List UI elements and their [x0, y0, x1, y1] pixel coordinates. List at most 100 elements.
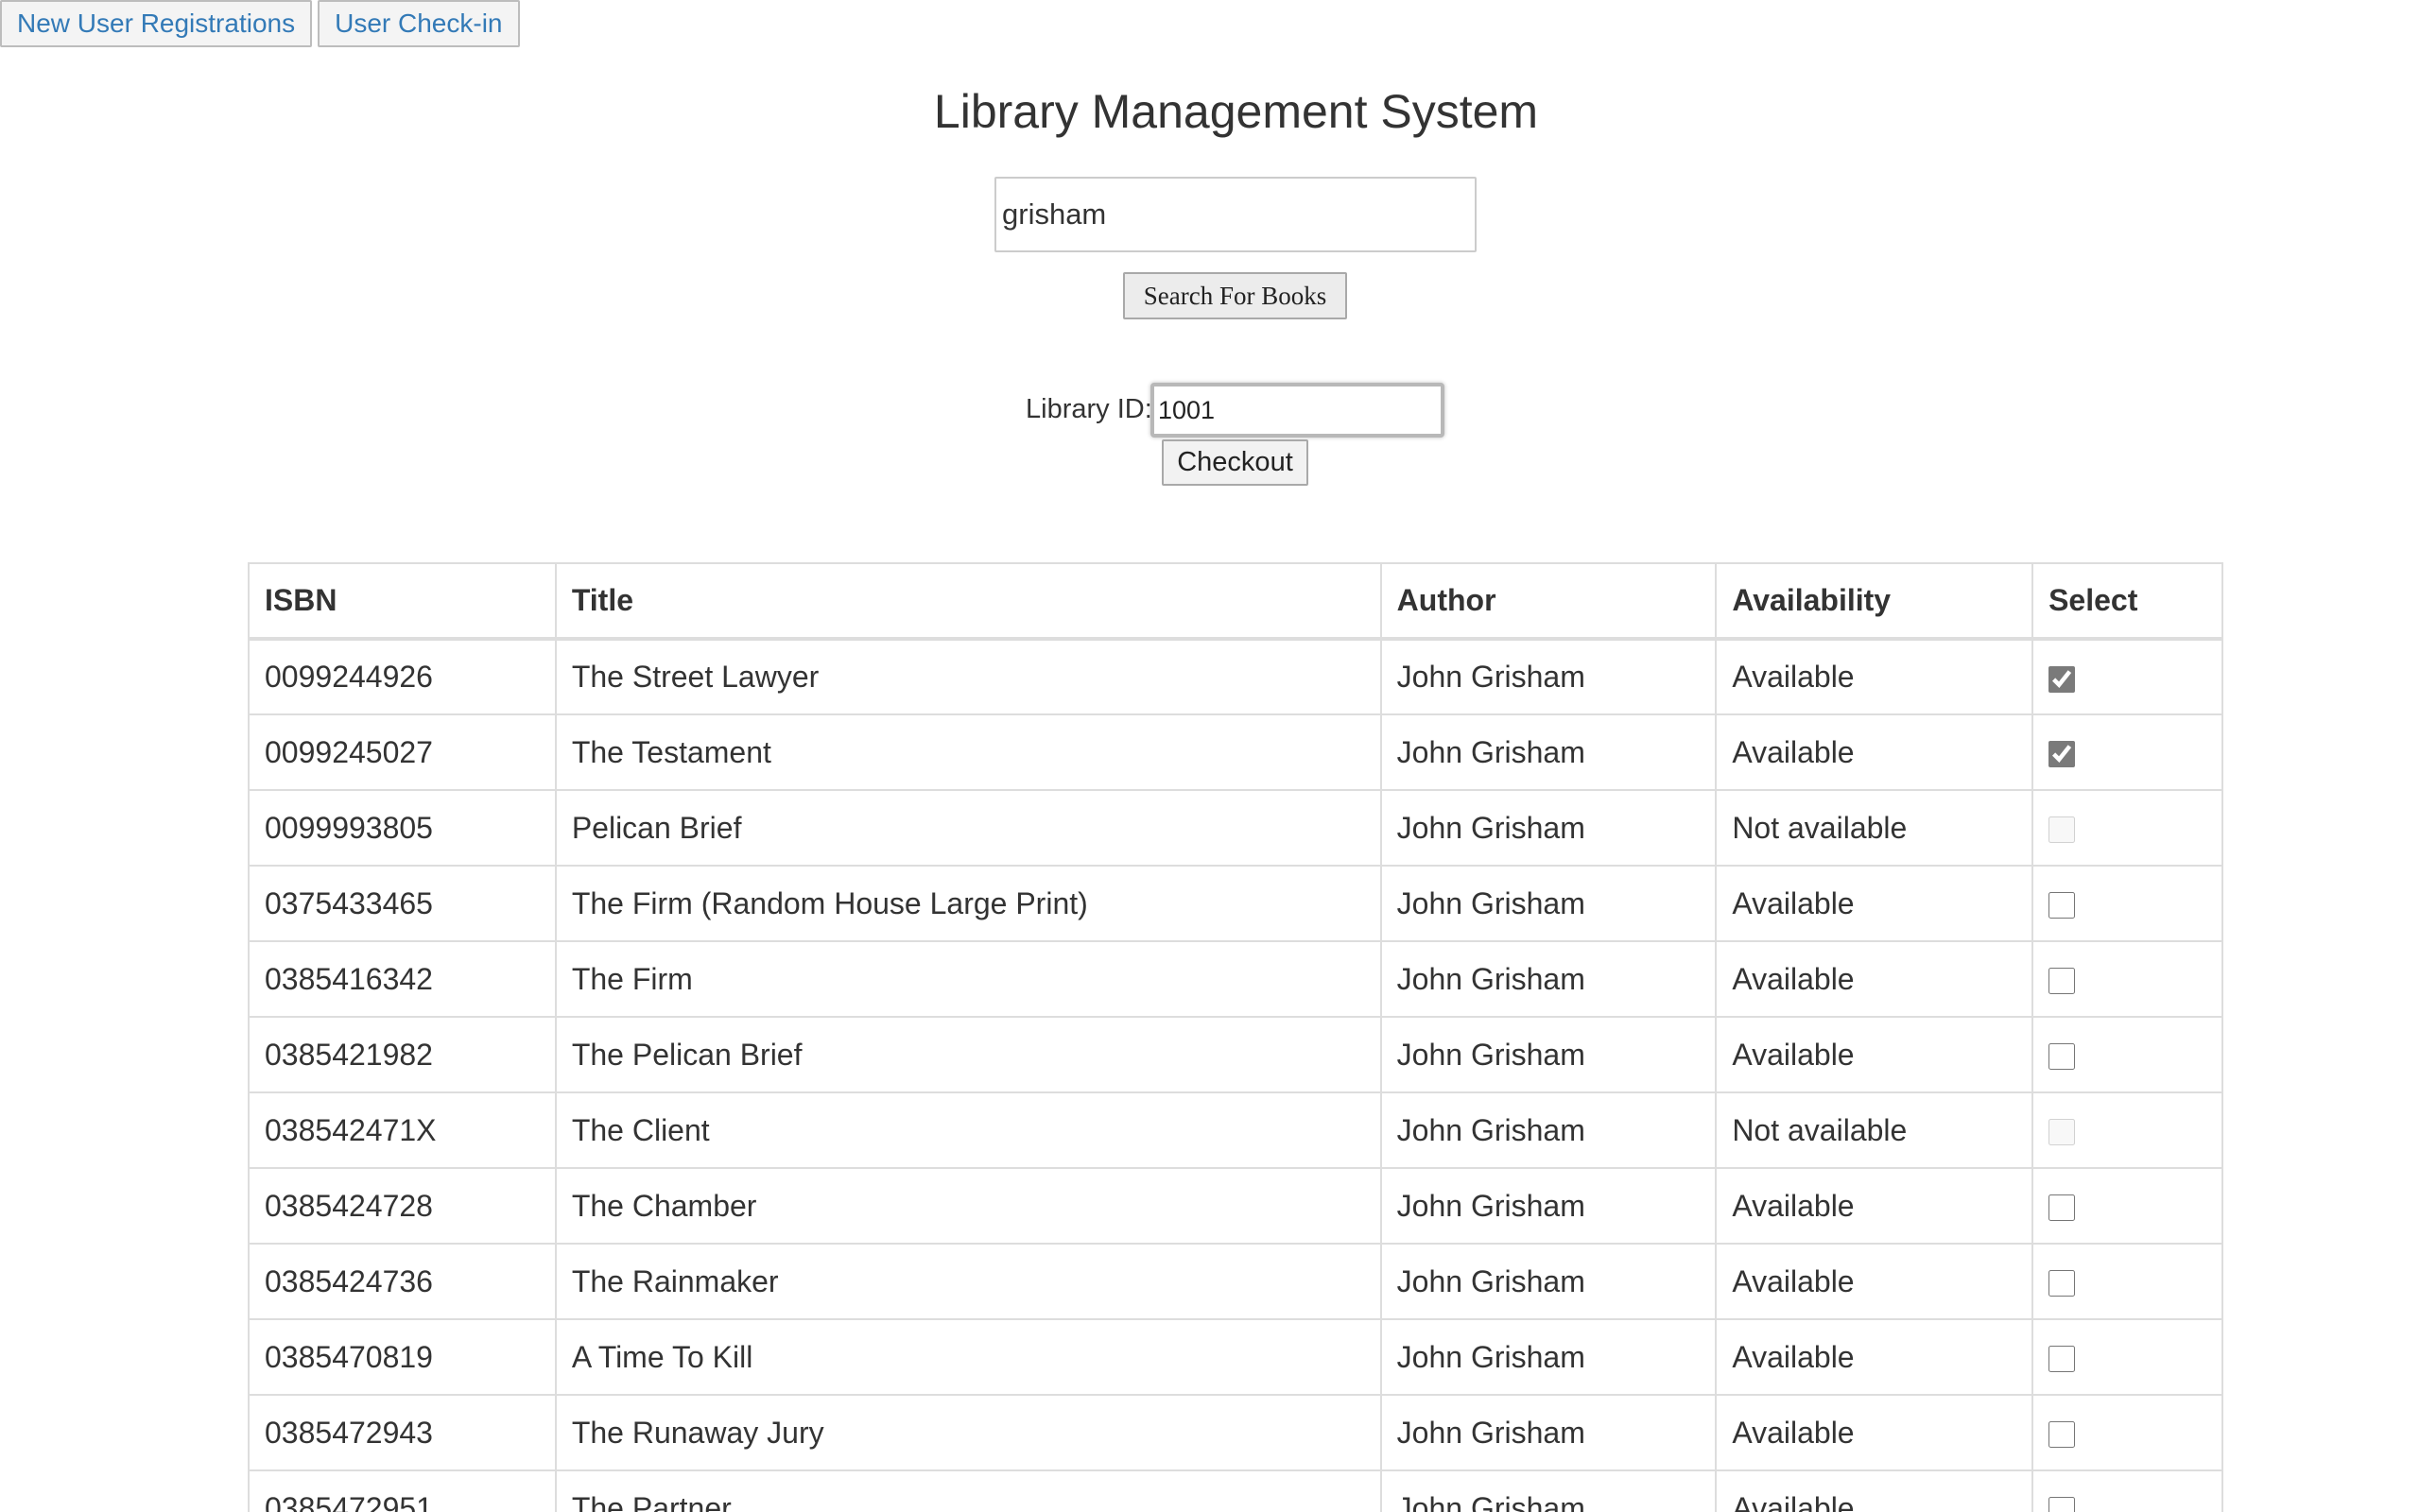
cell-isbn: 0385424728 [248, 1167, 557, 1245]
page-title: Library Management System [933, 85, 1539, 138]
cell-isbn: 0385470819 [248, 1318, 557, 1396]
cell-isbn: 0385424736 [248, 1243, 557, 1320]
select-checkbox[interactable] [2048, 1194, 2076, 1222]
cell-select [2031, 1394, 2223, 1471]
cell-select [2031, 1318, 2223, 1396]
cell-title: The Firm (Random House Large Print) [554, 865, 1382, 942]
table-body: 0099244926 The Street Lawyer John Grisham A… [248, 638, 2223, 1512]
table-row: 0385472951 The Partner John Grisham Availab… [248, 1469, 2223, 1512]
table-row: 0385424736 The Rainmaker John Grisham Avail… [248, 1243, 2223, 1320]
cell-select [2031, 1016, 2223, 1093]
table-row: 0385416342 The Firm John Grisham Available [248, 940, 2223, 1018]
select-checkbox[interactable] [2048, 1497, 2076, 1512]
table-row: 0385421982 The Pelican Brief John Grisham A… [248, 1016, 2223, 1093]
results-table-container: ISBN Title Author Availability Select 00… [248, 562, 2223, 1512]
cell-availability: Available [1715, 1167, 2034, 1245]
cell-isbn: 0385416342 [248, 940, 557, 1018]
select-checkbox[interactable] [2048, 1421, 2076, 1449]
cell-author: John Grisham [1379, 865, 1718, 942]
cell-select [2031, 1091, 2223, 1169]
header-isbn: ISBN [248, 562, 557, 641]
select-checkbox [2048, 816, 2076, 844]
cell-select [2031, 1243, 2223, 1320]
cell-title: A Time To Kill [554, 1318, 1382, 1396]
cell-isbn: 0099245027 [248, 713, 557, 791]
cell-select [2031, 940, 2223, 1018]
cell-select [2031, 1167, 2223, 1245]
cell-isbn: 038542471X [248, 1091, 557, 1169]
select-checkbox [2048, 1119, 2076, 1146]
cell-title: The Client [554, 1091, 1382, 1169]
cell-availability: Available [1715, 1016, 2034, 1093]
table-row: 0385472943 The Runaway Jury John Grisham Av… [248, 1394, 2223, 1471]
library-id-label: Library ID: [1026, 394, 1152, 424]
cell-author: John Grisham [1379, 1243, 1718, 1320]
cell-title: The Runaway Jury [554, 1394, 1382, 1471]
table-row: 0375433465 The Firm (Random House Large P… [248, 865, 2223, 942]
cell-isbn: 0099993805 [248, 789, 557, 867]
cell-title: The Street Lawyer [554, 638, 1382, 715]
cell-availability: Available [1715, 1243, 2034, 1320]
cell-author: John Grisham [1379, 1394, 1718, 1471]
search-for-books-button[interactable]: Search For Books [1123, 272, 1347, 319]
cell-availability: Available [1715, 940, 2034, 1018]
cell-author: John Grisham [1379, 713, 1718, 791]
cell-isbn: 0099244926 [248, 638, 557, 715]
cell-availability: Available [1715, 1318, 2034, 1396]
cell-title: The Testament [554, 713, 1382, 791]
cell-author: John Grisham [1379, 1167, 1718, 1245]
cell-author: John Grisham [1379, 1091, 1718, 1169]
cell-title: The Firm [554, 940, 1382, 1018]
select-checkbox[interactable] [2048, 741, 2076, 768]
checkout-button[interactable]: Checkout [1162, 439, 1308, 486]
cell-author: John Grisham [1379, 638, 1718, 715]
select-checkbox[interactable] [2048, 1346, 2076, 1373]
table-row: 0385470819 A Time To Kill John Grisham Avai… [248, 1318, 2223, 1396]
cell-availability: Not available [1715, 789, 2034, 867]
header-author: Author [1379, 562, 1718, 641]
cell-author: John Grisham [1379, 789, 1718, 867]
search-input[interactable] [994, 177, 1477, 252]
cell-availability: Available [1715, 713, 2034, 791]
user-check-in-button[interactable]: User Check-in [318, 0, 520, 47]
cell-select [2031, 713, 2223, 791]
table-row: 0099245027 The Testament John Grisham Avail… [248, 713, 2223, 791]
cell-select [2031, 865, 2223, 942]
cell-isbn: 0375433465 [248, 865, 557, 942]
cell-availability: Available [1715, 1394, 2034, 1471]
header-select: Select [2031, 562, 2223, 641]
select-checkbox[interactable] [2048, 1043, 2076, 1071]
select-checkbox[interactable] [2048, 968, 2076, 995]
top-nav: New User Registrations User Check-in [0, 0, 520, 47]
table-row: 0385424728 The Chamber John Grisham Availab… [248, 1167, 2223, 1245]
cell-author: John Grisham [1379, 940, 1718, 1018]
cell-title: The Partner [554, 1469, 1382, 1512]
cell-isbn: 0385472951 [248, 1469, 557, 1512]
cell-select [2031, 789, 2223, 867]
cell-author: John Grisham [1379, 1318, 1718, 1396]
cell-isbn: 0385421982 [248, 1016, 557, 1093]
table-header-row: ISBN Title Author Availability Select [248, 562, 2223, 641]
cell-select [2031, 638, 2223, 715]
table-row: 038542471X The Client John Grisham Not avai… [248, 1091, 2223, 1169]
select-checkbox[interactable] [2048, 892, 2076, 919]
header-availability: Availability [1715, 562, 2034, 641]
new-user-registrations-button[interactable]: New User Registrations [0, 0, 313, 47]
select-checkbox[interactable] [2048, 1270, 2076, 1297]
results-table: ISBN Title Author Availability Select 00… [248, 562, 2223, 1512]
select-checkbox[interactable] [2048, 665, 2076, 693]
table-row: 0099244926 The Street Lawyer John Grisham A… [248, 638, 2223, 715]
cell-availability: Available [1715, 1469, 2034, 1512]
cell-availability: Not available [1715, 1091, 2034, 1169]
cell-author: John Grisham [1379, 1016, 1718, 1093]
cell-isbn: 0385472943 [248, 1394, 557, 1471]
header-title: Title [554, 562, 1382, 641]
cell-availability: Available [1715, 638, 2034, 715]
table-row: 0099993805 Pelican Brief John Grisham Not a… [248, 789, 2223, 867]
cell-title: Pelican Brief [554, 789, 1382, 867]
library-id-input[interactable] [1150, 383, 1444, 438]
cell-availability: Available [1715, 865, 2034, 942]
cell-title: The Rainmaker [554, 1243, 1382, 1320]
cell-select [2031, 1469, 2223, 1512]
cell-title: The Chamber [554, 1167, 1382, 1245]
